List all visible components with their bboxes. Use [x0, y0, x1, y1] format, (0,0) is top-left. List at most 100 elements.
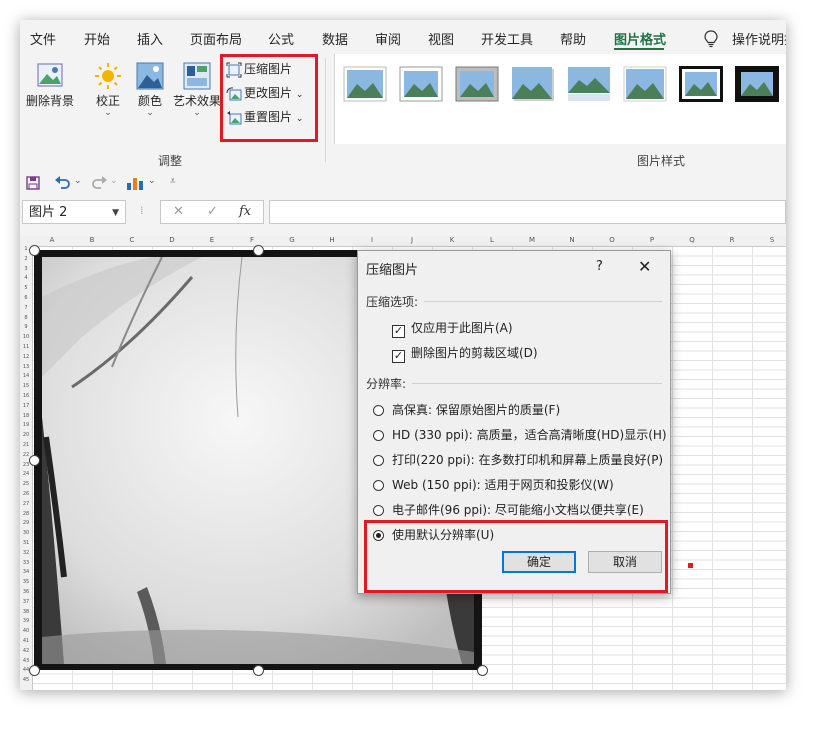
resize-handle[interactable] [29, 665, 40, 676]
customize-qat-icon[interactable]: ⩡ [170, 176, 176, 187]
row-header[interactable]: 41 [20, 638, 32, 644]
column-header[interactable]: M [512, 236, 552, 244]
chevron-down-icon[interactable]: ▼ [112, 201, 119, 225]
artistic-effects-button[interactable]: 艺术效果 ⌄ [170, 62, 224, 118]
picture-style-4[interactable] [511, 66, 555, 102]
row-header[interactable]: 4 [20, 275, 32, 281]
row-header[interactable]: 32 [20, 550, 32, 556]
resolution-option-high-fidelity[interactable]: 高保真: 保留原始图片的质量(F) [373, 401, 560, 418]
color-button[interactable]: 颜色 ⌄ [132, 62, 168, 118]
row-header[interactable]: 38 [20, 609, 32, 615]
formula-input[interactable] [269, 200, 786, 224]
row-header[interactable]: 29 [20, 520, 32, 526]
row-header[interactable]: 35 [20, 579, 32, 585]
delete-cropped-areas-checkbox[interactable]: ✓ 删除图片的剪裁区域(D) [392, 344, 538, 363]
picture-style-1[interactable] [343, 66, 387, 102]
undo-dropdown-icon[interactable]: ⌄ [74, 176, 82, 186]
resize-handle[interactable] [253, 665, 264, 676]
picture-style-5[interactable] [567, 66, 611, 102]
corrections-button[interactable]: 校正 ⌄ [90, 62, 126, 118]
row-header[interactable]: 15 [20, 383, 32, 389]
row-header[interactable]: 25 [20, 481, 32, 487]
tab-page-layout[interactable]: 页面布局 [190, 29, 242, 48]
row-header[interactable]: 6 [20, 295, 32, 301]
lightbulb-icon[interactable] [703, 30, 719, 48]
column-header[interactable]: L [472, 236, 512, 244]
row-header[interactable]: 18 [20, 413, 32, 419]
tab-data[interactable]: 数据 [322, 29, 348, 48]
column-header[interactable]: N [552, 236, 592, 244]
tab-insert[interactable]: 插入 [137, 29, 163, 48]
row-header[interactable]: 11 [20, 344, 32, 350]
column-header[interactable]: K [432, 236, 472, 244]
picture-style-6[interactable] [623, 66, 667, 102]
tab-formulas[interactable]: 公式 [268, 29, 294, 48]
tab-help[interactable]: 帮助 [560, 29, 586, 48]
tab-file[interactable]: 文件 [30, 29, 56, 48]
column-header[interactable]: J [392, 236, 432, 244]
row-header[interactable]: 39 [20, 618, 32, 624]
row-header[interactable]: 42 [20, 648, 32, 654]
remove-background-button[interactable]: 删除背景 [24, 62, 76, 109]
row-header[interactable]: 13 [20, 364, 32, 370]
column-header[interactable]: D [152, 236, 192, 244]
name-box[interactable]: 图片 2 ▼ [22, 200, 126, 224]
tab-home[interactable]: 开始 [84, 29, 110, 48]
row-header[interactable]: 20 [20, 432, 32, 438]
row-header[interactable]: 8 [20, 315, 32, 321]
column-header[interactable]: B [72, 236, 112, 244]
cancel-icon[interactable]: ✕ [173, 204, 184, 219]
row-header[interactable]: 45 [20, 677, 32, 683]
row-header[interactable]: 36 [20, 589, 32, 595]
row-header[interactable]: 17 [20, 403, 32, 409]
column-header[interactable]: S [752, 236, 786, 244]
redo-icon[interactable] [90, 174, 108, 193]
row-header[interactable]: 31 [20, 540, 32, 546]
column-header[interactable]: H [312, 236, 352, 244]
resolution-option-email[interactable]: 电子邮件(96 ppi): 尽可能缩小文档以便共享(E) [373, 501, 644, 518]
save-icon[interactable] [26, 176, 40, 193]
column-header[interactable]: C [112, 236, 152, 244]
only-this-picture-checkbox[interactable]: ✓ 仅应用于此图片(A) [392, 319, 513, 338]
resolution-option-print[interactable]: 打印(220 ppi): 在多数打印机和屏幕上质量良好(P) [373, 451, 663, 468]
column-header[interactable]: O [592, 236, 632, 244]
column-header[interactable]: A [32, 236, 72, 244]
row-header[interactable]: 27 [20, 501, 32, 507]
resize-handle[interactable] [29, 245, 40, 256]
undo-icon[interactable] [54, 174, 72, 193]
insert-function-icon[interactable]: fx [239, 204, 251, 219]
column-header[interactable]: I [352, 236, 392, 244]
column-header[interactable]: Q [672, 236, 712, 244]
chart-dropdown-icon[interactable]: ⌄ [148, 176, 156, 186]
picture-style-7[interactable] [679, 66, 723, 102]
help-icon[interactable]: ? [596, 259, 603, 274]
row-header[interactable]: 7 [20, 305, 32, 311]
tab-view[interactable]: 视图 [428, 29, 454, 48]
row-header[interactable]: 5 [20, 285, 32, 291]
row-header[interactable]: 37 [20, 599, 32, 605]
row-header[interactable]: 21 [20, 442, 32, 448]
resolution-option-web[interactable]: Web (150 ppi): 适用于网页和投影仪(W) [373, 476, 614, 493]
redo-dropdown-icon[interactable]: ⌄ [110, 176, 118, 186]
row-header[interactable]: 9 [20, 324, 32, 330]
row-header[interactable]: 33 [20, 560, 32, 566]
row-header[interactable]: 3 [20, 266, 32, 272]
tab-picture-format[interactable]: 图片格式 [614, 29, 666, 48]
picture-style-8[interactable] [735, 66, 779, 102]
resize-handle[interactable] [477, 665, 488, 676]
column-header[interactable]: R [712, 236, 752, 244]
column-header[interactable]: E [192, 236, 232, 244]
close-icon[interactable]: ✕ [638, 257, 651, 276]
row-header[interactable]: 34 [20, 569, 32, 575]
row-header[interactable]: 16 [20, 393, 32, 399]
tab-developer[interactable]: 开发工具 [481, 29, 533, 48]
row-header[interactable]: 12 [20, 354, 32, 360]
row-header[interactable]: 2 [20, 256, 32, 262]
column-header[interactable]: G [272, 236, 312, 244]
row-header[interactable]: 40 [20, 628, 32, 634]
resolution-option-hd[interactable]: HD (330 ppi): 高质量，适合高清晰度(HD)显示(H) [373, 426, 667, 443]
row-header[interactable]: 14 [20, 373, 32, 379]
tell-me-search[interactable]: 操作说明搜 [732, 29, 786, 48]
column-header[interactable]: F [232, 236, 272, 244]
row-header[interactable]: 19 [20, 422, 32, 428]
